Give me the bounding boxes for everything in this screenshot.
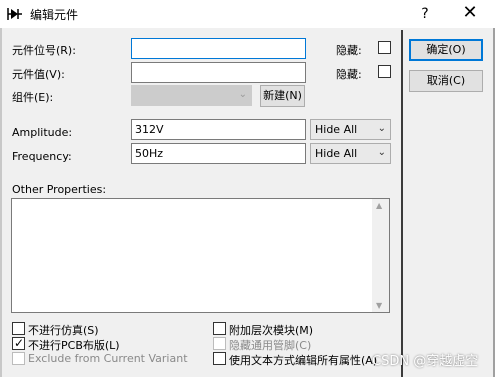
chevron-down-icon: ⌄ (377, 123, 386, 134)
scroll-up-icon[interactable]: ▲ (376, 201, 382, 210)
amplitude-label: Amplitude: (12, 126, 73, 139)
value-hide-label: 隐藏: (336, 68, 362, 81)
amplitude-visibility-select[interactable]: Hide All ⌄ (310, 119, 391, 140)
group-label: 组件(E): (12, 91, 54, 104)
no-simulation-label: 不进行仿真(S) (28, 324, 99, 337)
designator-hide-checkbox[interactable] (378, 41, 391, 54)
help-button[interactable]: ? (410, 3, 440, 25)
no-pcb-checkbox[interactable]: ✓ (12, 336, 25, 350)
no-simulation-checkbox[interactable] (12, 322, 25, 335)
other-properties-label: Other Properties: (12, 183, 107, 196)
left-border (0, 28, 2, 377)
edit-as-text-label: 使用文本方式编辑所有属性(A) (229, 354, 378, 367)
hide-common-pins-label: 隐藏通用管脚(C) (229, 339, 312, 352)
designator-hide-label: 隐藏: (336, 44, 362, 57)
ok-button[interactable]: 确定(O) (409, 39, 483, 61)
separator-line (401, 30, 403, 377)
exclude-variant-checkbox (12, 352, 25, 365)
window-title: 编辑元件 (30, 8, 79, 22)
chevron-down-icon: ⌄ (238, 89, 247, 100)
value-label: 元件值(V): (12, 68, 65, 81)
close-button[interactable]: ✕ (452, 3, 488, 25)
chevron-down-icon: ⌄ (377, 147, 386, 158)
title-bar: 编辑元件 ? ✕ (0, 0, 495, 28)
frequency-label: Frequency: (12, 150, 72, 163)
check-mark-icon: ✓ (13, 336, 25, 350)
attach-hierarchy-checkbox[interactable] (213, 322, 226, 335)
amplitude-input[interactable]: 312V (131, 119, 306, 140)
designator-input[interactable] (131, 38, 306, 59)
hide-common-pins-checkbox (213, 337, 226, 350)
no-pcb-label: 不进行PCB布版(L) (28, 339, 120, 352)
cancel-button[interactable]: 取消(C) (409, 70, 483, 92)
new-group-button[interactable]: 新建(N) (260, 85, 305, 107)
amplitude-visibility-value: Hide All (315, 123, 358, 136)
group-select: ⌄ (131, 85, 252, 106)
edit-as-text-checkbox[interactable] (213, 352, 226, 365)
watermark: CSDN @穿越虚空 (372, 354, 479, 369)
value-input[interactable] (131, 62, 306, 83)
other-properties-textarea[interactable]: ▲ ▼ (11, 198, 390, 313)
attach-hierarchy-label: 附加层次模块(M) (229, 324, 314, 337)
exclude-variant-label: Exclude from Current Variant (28, 352, 188, 365)
app-icon (7, 8, 22, 20)
frequency-input[interactable]: 50Hz (131, 143, 306, 164)
designator-label: 元件位号(R): (12, 44, 76, 57)
value-hide-checkbox[interactable] (378, 65, 391, 78)
scroll-down-icon[interactable]: ▼ (376, 301, 382, 310)
textarea-scrollbar[interactable]: ▲ ▼ (372, 199, 389, 312)
frequency-visibility-value: Hide All (315, 147, 358, 160)
frequency-visibility-select[interactable]: Hide All ⌄ (310, 143, 391, 164)
